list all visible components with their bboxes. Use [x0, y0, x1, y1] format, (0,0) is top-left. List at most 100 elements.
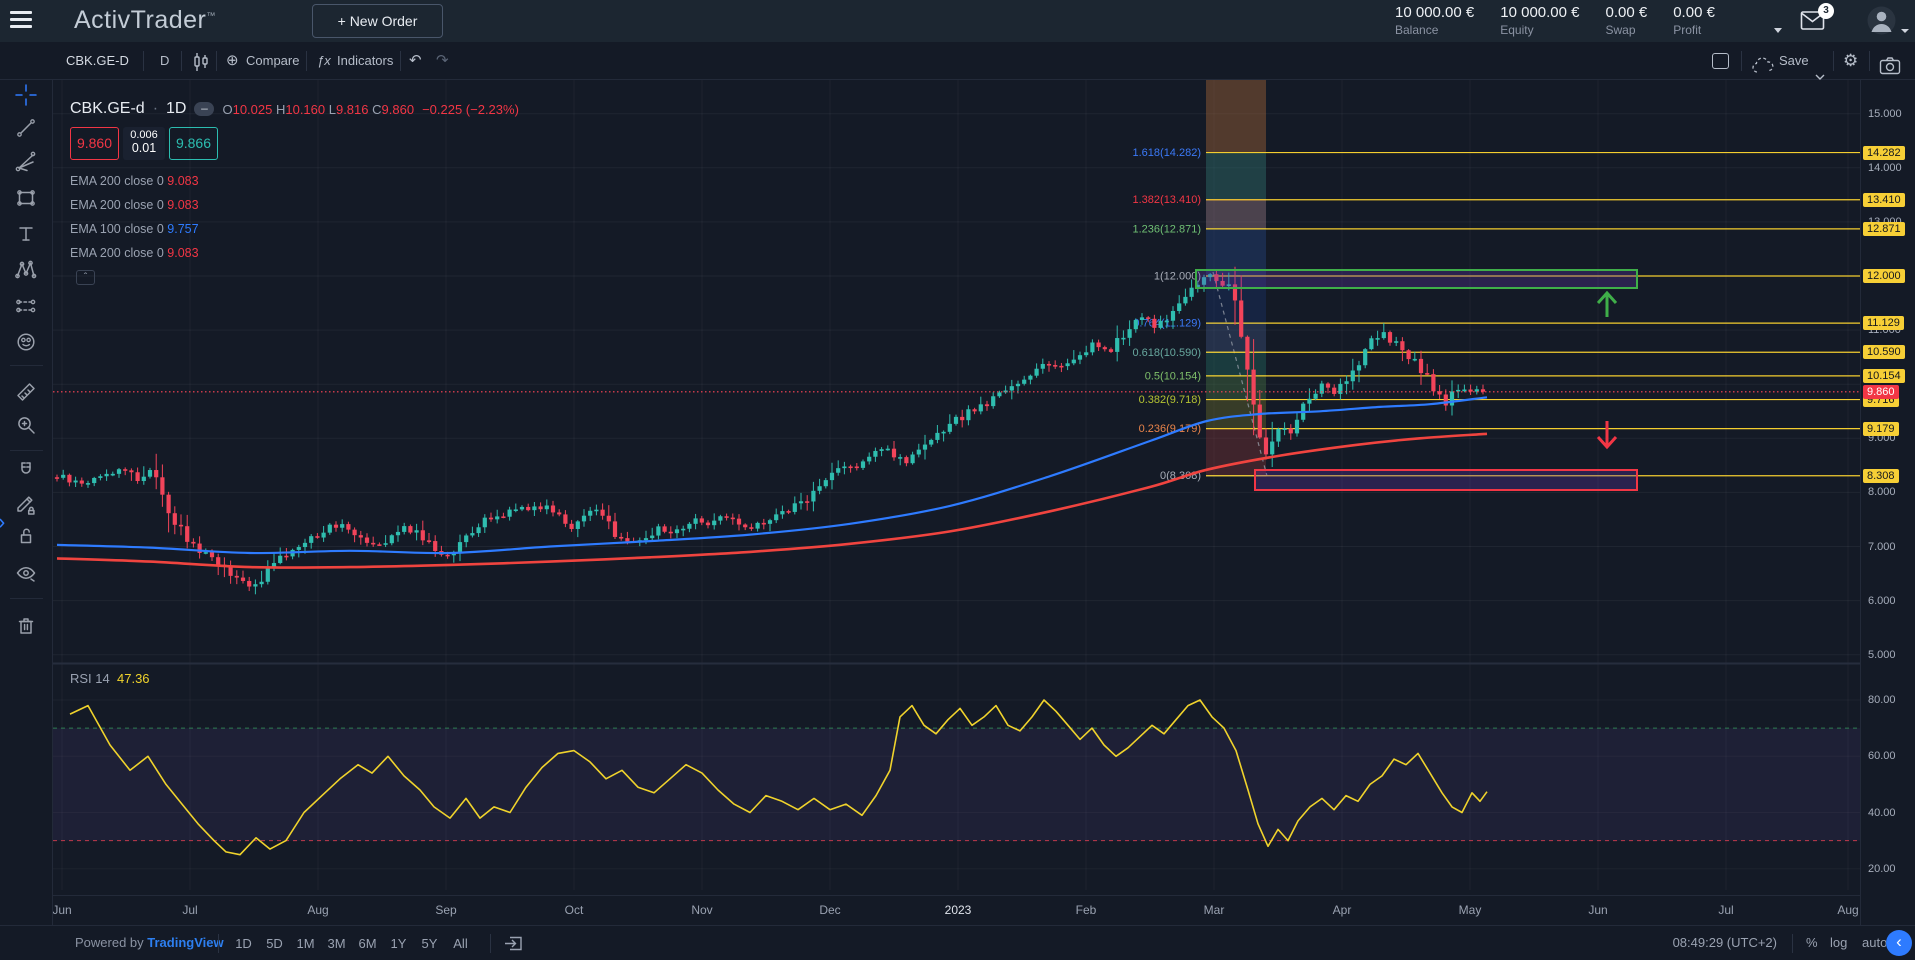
indicator-row[interactable]: EMA 200 close 0 9.083 — [70, 241, 199, 265]
lock-all-icon[interactable] — [13, 523, 39, 549]
price-label: 14.000 — [1868, 162, 1902, 174]
magnet-icon[interactable] — [13, 459, 39, 485]
rsi-legend: RSI 14 47.36 — [70, 671, 150, 686]
change-value: −0.225 (−2.23%) — [422, 102, 519, 117]
xabcd-pattern-icon[interactable] — [13, 257, 39, 283]
layout-icon[interactable] — [1712, 53, 1729, 69]
range-button-1y[interactable]: 1Y — [383, 926, 414, 960]
ohlc-values: O10.025 H10.160 L9.816 C9.860 — [222, 102, 414, 117]
compare-icon: ⊕ — [226, 42, 239, 80]
range-button-6m[interactable]: 6M — [352, 926, 383, 960]
price-level-badge: 12.871 — [1863, 222, 1905, 236]
buy-button[interactable]: 9.866 — [169, 127, 218, 160]
settings-gear-icon[interactable]: ⚙ — [1843, 42, 1858, 80]
crosshair-icon[interactable] — [13, 82, 39, 108]
chart-legend: CBK.GE-d · 1D – O10.025 H10.160 L9.816 C… — [70, 100, 519, 118]
draw-lock-icon[interactable] — [13, 491, 39, 517]
forecast-icon[interactable] — [13, 293, 39, 319]
clock[interactable]: 08:49:29 (UTC+2) — [1655, 935, 1777, 950]
account-stats: 10 000.00 €Balance10 000.00 €Equity0.00 … — [1395, 4, 1715, 37]
legend-collapse-button[interactable]: ˆ — [76, 270, 95, 285]
account-stat-equity: 10 000.00 €Equity — [1500, 4, 1579, 37]
text-icon[interactable] — [13, 221, 39, 247]
interval-button[interactable]: D — [160, 42, 169, 80]
range-button-all[interactable]: All — [445, 926, 476, 960]
menu-icon[interactable] — [10, 11, 32, 29]
emoji-icon[interactable] — [13, 329, 39, 355]
indicator-row[interactable]: EMA 100 close 0 9.757 — [70, 217, 199, 241]
chart-canvas[interactable]: 1.618(14.282)1.382(13.410)1.236(12.871)1… — [0, 0, 1915, 960]
symbol-search-button[interactable]: CBK.GE-D — [66, 42, 129, 80]
svg-text:0.618(10.590): 0.618(10.590) — [1133, 347, 1202, 359]
svg-text:1.236(12.871): 1.236(12.871) — [1133, 223, 1202, 235]
timeframe-buttons: 1D5D1M3M6M1Y5YAll — [228, 926, 476, 960]
indicator-row[interactable]: EMA 200 close 0 9.083 — [70, 193, 199, 217]
time-label: Nov — [691, 903, 712, 917]
range-button-5y[interactable]: 5Y — [414, 926, 445, 960]
panel-collapse-button[interactable]: ‹ — [1886, 930, 1912, 956]
price-level-badge: 8.308 — [1863, 469, 1899, 483]
avatar[interactable] — [1866, 5, 1897, 41]
redo-button[interactable]: ↷ — [436, 42, 449, 80]
log-scale-button[interactable]: log — [1830, 935, 1847, 950]
percent-scale-button[interactable]: % — [1806, 935, 1818, 950]
goto-date-icon[interactable] — [503, 934, 524, 958]
zoom-in-icon[interactable] — [13, 412, 39, 438]
account-stat-profit: 0.00 €Profit — [1673, 4, 1715, 37]
time-label: Jun — [1588, 903, 1607, 917]
screenshot-camera-icon[interactable] — [1879, 52, 1901, 72]
new-order-button[interactable]: + New Order — [312, 4, 443, 38]
cloud-save-icon[interactable] — [1751, 52, 1775, 72]
sidebar-divider — [10, 450, 43, 451]
account-stat-swap: 0.00 €Swap — [1606, 4, 1648, 37]
rsi-label: 40.00 — [1868, 807, 1896, 819]
fib-labels: 1.618(14.282)1.382(13.410)1.236(12.871)1… — [1133, 147, 1202, 482]
time-label: Feb — [1076, 903, 1097, 917]
compare-button[interactable]: Compare — [246, 42, 299, 80]
sell-button[interactable]: 9.860 — [70, 127, 119, 160]
time-label: 2023 — [945, 903, 972, 917]
sidebar-divider — [10, 598, 43, 599]
time-label: Dec — [819, 903, 840, 917]
svg-text:1(12.000): 1(12.000) — [1154, 271, 1201, 283]
indicator-row[interactable]: EMA 200 close 0 9.083 — [70, 169, 199, 193]
range-button-1m[interactable]: 1M — [290, 926, 321, 960]
profit-dropdown-caret[interactable] — [1774, 28, 1782, 33]
auto-scale-button[interactable]: auto — [1862, 935, 1886, 950]
price-level-badge: 12.000 — [1863, 269, 1905, 283]
range-button-5d[interactable]: 5D — [259, 926, 290, 960]
range-button-1d[interactable]: 1D — [228, 926, 259, 960]
trash-icon[interactable] — [13, 613, 39, 639]
range-button-3m[interactable]: 3M — [321, 926, 352, 960]
time-label: Mar — [1204, 903, 1225, 917]
app-logo: ActivTrader™ — [74, 6, 216, 35]
svg-text:0.5(10.154): 0.5(10.154) — [1145, 370, 1201, 382]
avatar-dropdown-caret[interactable] — [1901, 29, 1909, 33]
svg-text:1.618(14.282): 1.618(14.282) — [1133, 147, 1202, 159]
gann-fib-icon[interactable] — [13, 149, 39, 175]
ruler-icon[interactable] — [13, 379, 39, 405]
undo-button[interactable]: ↶ — [409, 42, 422, 80]
price-level-badge: 10.590 — [1863, 345, 1905, 359]
mail-badge: 3 — [1818, 3, 1834, 19]
horizontal-rays — [1206, 153, 1860, 476]
sidebar-divider — [10, 365, 43, 366]
trading-platform: ActivTrader™ + New Order 10 000.00 €Bala… — [0, 0, 1915, 960]
tradingview-link[interactable]: TradingView — [147, 935, 223, 950]
indicator-legend: EMA 200 close 0 9.083EMA 200 close 0 9.0… — [70, 169, 199, 265]
price-axis[interactable]: 15.00014.00013.00011.0009.0008.0007.0006… — [1860, 80, 1915, 925]
chart-style-icon[interactable] — [191, 50, 211, 72]
hide-drawings-icon[interactable] — [13, 560, 39, 586]
svg-text:0.382(9.718): 0.382(9.718) — [1139, 394, 1201, 406]
time-label: Oct — [565, 903, 584, 917]
legend-symbol[interactable]: CBK.GE-d — [70, 100, 145, 118]
save-caret-icon[interactable] — [1815, 58, 1825, 66]
time-axis[interactable]: ⚙ JunJulAugSepOctNovDec2023FebMarAprMayJ… — [0, 895, 1915, 925]
indicators-button[interactable]: Indicators — [337, 42, 393, 80]
legend-collapse-pill[interactable]: – — [194, 102, 214, 116]
trend-line-icon[interactable] — [13, 115, 39, 141]
sidebar-expander-icon[interactable]: › — [0, 509, 5, 535]
save-button[interactable]: Save — [1779, 42, 1809, 80]
rectangle-icon[interactable] — [13, 185, 39, 211]
powered-by: Powered by TradingView — [75, 935, 224, 950]
